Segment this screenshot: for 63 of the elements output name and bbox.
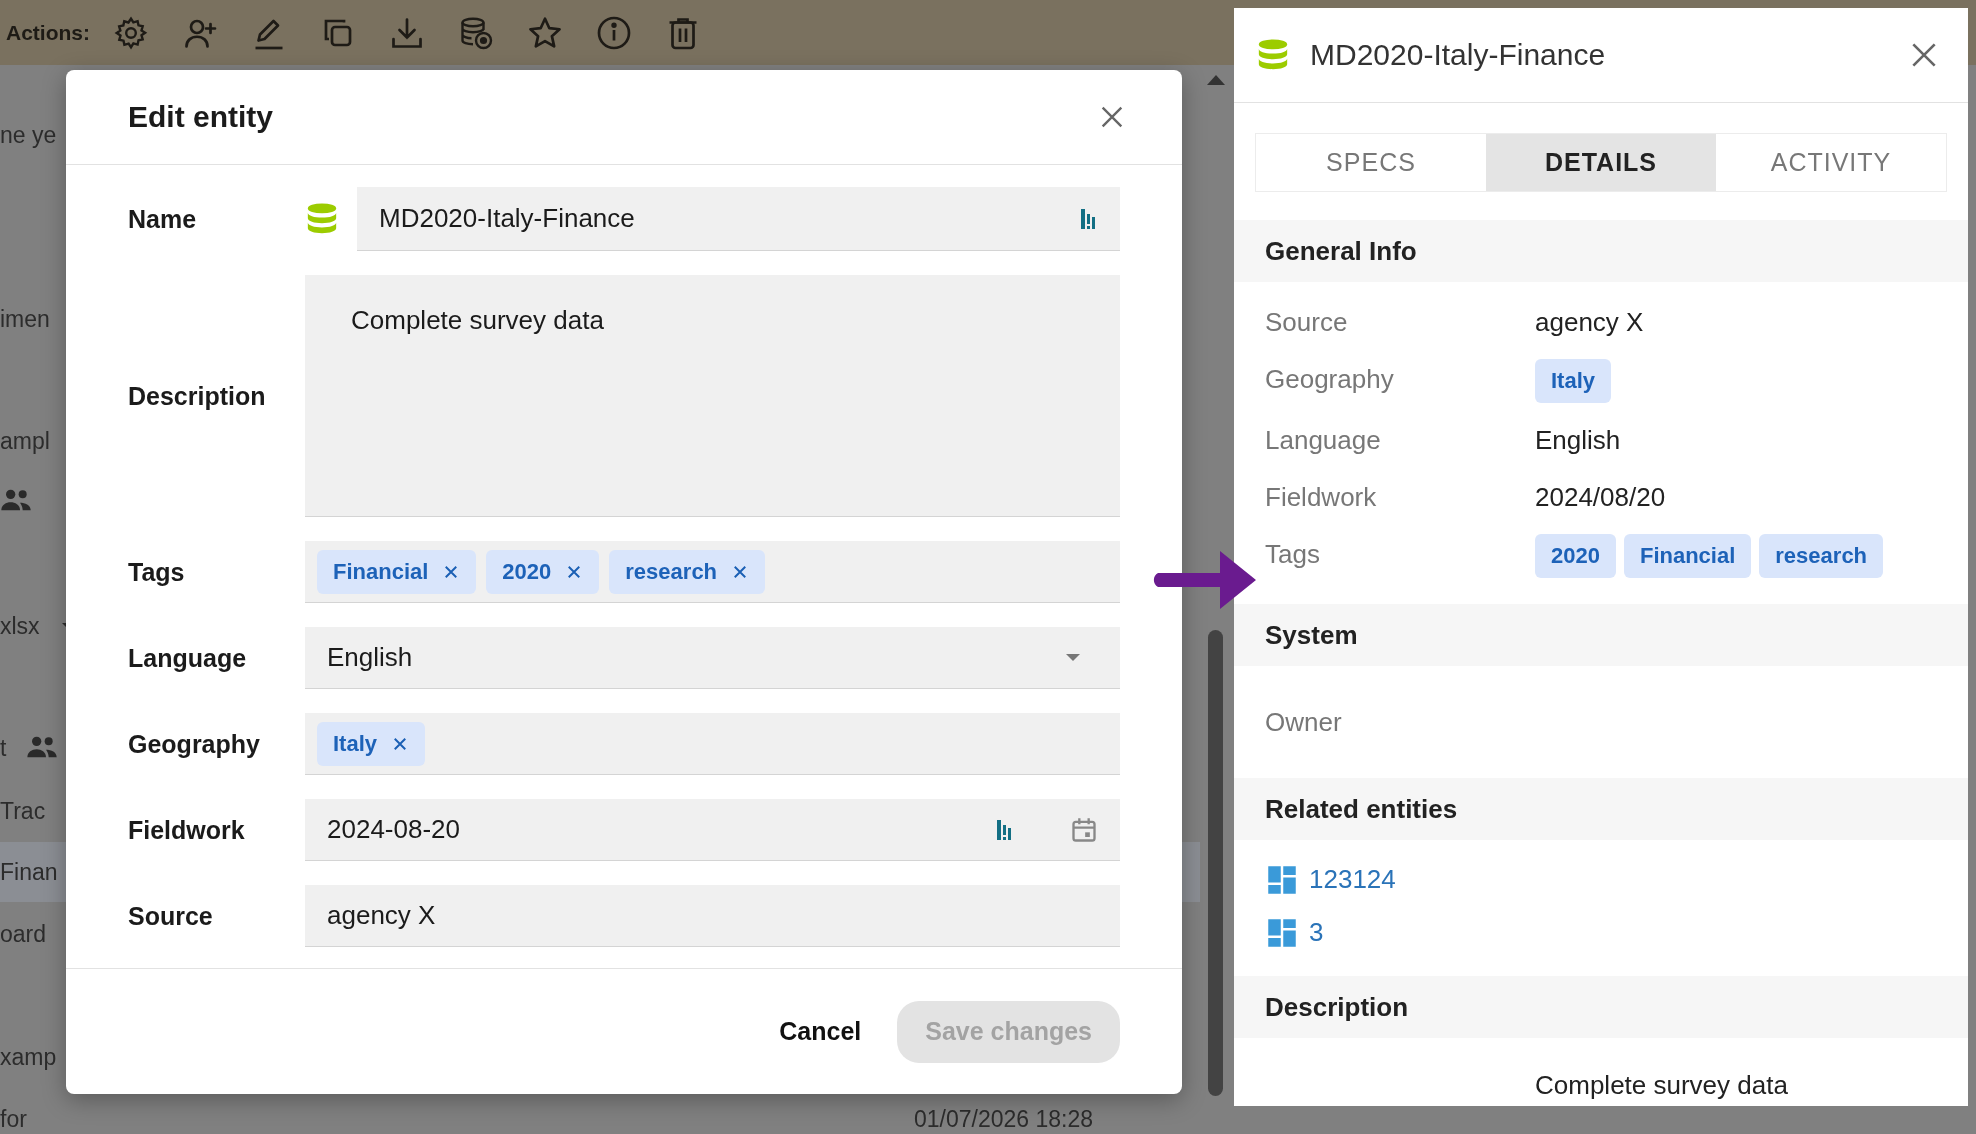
language-select[interactable]: English [305, 627, 1120, 689]
tag-chip[interactable]: research [1759, 534, 1884, 578]
list-text: imen [0, 305, 50, 333]
cancel-button[interactable]: Cancel [779, 1007, 862, 1056]
tab[interactable]: DETAILS [1486, 134, 1716, 191]
calendar-icon[interactable] [1070, 815, 1098, 844]
bars-icon[interactable] [1078, 206, 1098, 231]
actions-label: Actions: [6, 20, 90, 45]
panel-title: MD2020-Italy-Finance [1310, 38, 1607, 72]
field-label: Name [128, 204, 198, 234]
list-text: oard [0, 920, 47, 948]
name-field[interactable]: MD2020-Italy-Finance [357, 187, 1120, 251]
info-icon[interactable] [596, 14, 632, 51]
info-label: Geography [1265, 363, 1395, 396]
info-label: Owner [1265, 706, 1343, 739]
tag-chip[interactable]: Italy [1535, 359, 1612, 403]
settings-icon[interactable] [113, 14, 149, 51]
dashboard-icon [1265, 864, 1299, 895]
source-field[interactable]: agency X [305, 885, 1120, 947]
entity-link[interactable]: 123124 [1265, 864, 1937, 895]
info-value: agency X [1535, 306, 1644, 339]
field-label: Geography [128, 729, 261, 759]
list-text: xamp [0, 1043, 57, 1071]
info-label: Fieldwork [1265, 481, 1378, 514]
field-label: Tags [128, 557, 186, 587]
star-icon[interactable] [527, 14, 563, 51]
date-field[interactable]: 2024-08-20 [305, 799, 1120, 861]
tag-chip[interactable]: research [609, 549, 766, 594]
list-text: ne ye [0, 121, 57, 149]
scrollbar-thumb[interactable] [1208, 630, 1223, 1096]
list-text: Trac [0, 797, 46, 825]
list-text: ampl [0, 427, 50, 455]
entity-link[interactable]: 3 [1265, 917, 1937, 948]
info-value: 2024/08/20 [1535, 481, 1666, 514]
tag-chip[interactable]: Financial [317, 549, 477, 594]
list-text: for [0, 1105, 27, 1133]
field-label: Description [128, 381, 267, 411]
description-text: Complete survey data [1535, 1070, 1788, 1100]
description-field[interactable]: Complete survey data [305, 275, 1120, 517]
tag-chip[interactable]: Financial [1623, 534, 1752, 578]
database-icon [305, 202, 339, 236]
section-title: Description [1265, 991, 1409, 1023]
bars-icon[interactable] [994, 817, 1014, 842]
info-label: Language [1265, 424, 1382, 457]
list-date: 01/07/2026 18:28 [914, 1105, 1094, 1133]
info-label: Source [1265, 306, 1349, 339]
field-label: Fieldwork [128, 815, 246, 845]
tag-chip[interactable]: 2020 [1535, 534, 1616, 578]
database-icon [1256, 38, 1290, 72]
tag-chip[interactable]: Italy [317, 721, 426, 766]
section-title: Related entities [1265, 793, 1458, 825]
list-text: t [0, 734, 7, 762]
field-label: Source [128, 901, 214, 931]
dialog-title: Edit entity [128, 100, 273, 134]
dashboard-icon [1265, 917, 1299, 948]
section-title: System [1265, 619, 1358, 651]
section-title: General Info [1265, 235, 1417, 267]
field-label: Language [128, 643, 248, 673]
tag-chip[interactable]: 2020 [486, 549, 600, 594]
info-label: Tags [1265, 538, 1321, 571]
info-value: English [1535, 424, 1621, 457]
list-text: xlsx [0, 612, 40, 640]
list-text: Finan [0, 858, 58, 886]
